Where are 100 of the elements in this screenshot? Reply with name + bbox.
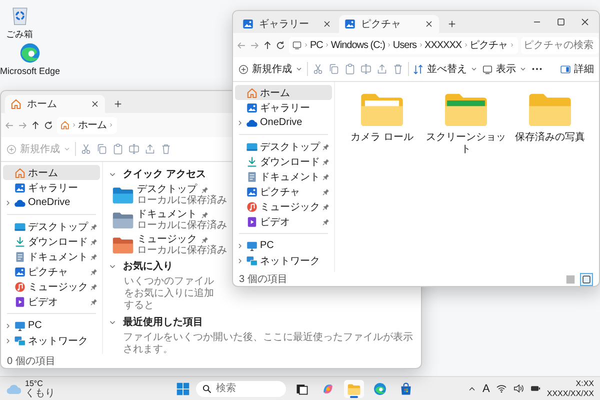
- picture-icon: [344, 18, 356, 30]
- refresh-icon[interactable]: [275, 40, 286, 50]
- sidebar-item[interactable]: ホーム: [235, 85, 332, 100]
- browser-icon[interactable]: [19, 42, 42, 64]
- sidebar-item[interactable]: PC: [3, 318, 100, 333]
- sidebar-item[interactable]: PC: [235, 238, 332, 253]
- browser-icon: [373, 382, 387, 396]
- picture-icon: [14, 266, 26, 278]
- hint-text: いくつかのファイルをお気に入りに追加すると: [124, 276, 214, 312]
- sidebar-item[interactable]: OneDrive: [3, 195, 100, 210]
- chevron-icon: [4, 198, 12, 206]
- sidebar-item[interactable]: ビデオ: [235, 214, 332, 229]
- new-button[interactable]: 新規作成: [238, 62, 303, 76]
- sidebar-item[interactable]: ダウンロード: [235, 154, 332, 169]
- speaker-icon[interactable]: [512, 383, 524, 394]
- pin-icon: [322, 218, 330, 226]
- close-icon[interactable]: [90, 99, 100, 109]
- close-icon[interactable]: [322, 19, 332, 29]
- search-field[interactable]: ピクチャの検索: [520, 36, 599, 54]
- ime-indicator[interactable]: A: [482, 382, 490, 394]
- new-tab-icon[interactable]: [113, 99, 123, 109]
- home-icon: [10, 98, 22, 110]
- breadcrumb[interactable]: XXXXXX: [424, 40, 462, 50]
- close-icon[interactable]: [424, 19, 434, 29]
- sidebar-item[interactable]: ネットワーク: [3, 333, 100, 348]
- up-icon[interactable]: [30, 120, 41, 130]
- tiles-view-icon[interactable]: [580, 272, 593, 286]
- sidebar-item[interactable]: ホーム: [3, 165, 100, 180]
- music-icon: [14, 280, 26, 292]
- sidebar-item[interactable]: ドキュメント: [235, 169, 332, 184]
- monitor-icon: [292, 40, 302, 50]
- hint-text: ファイルをいくつか開いた後、ここに最近使ったファイルが表示されます。: [123, 332, 414, 356]
- breadcrumb[interactable]: Users: [392, 40, 417, 50]
- section-header[interactable]: お気に入り: [108, 259, 173, 273]
- folder-item[interactable]: カメラ ロール: [342, 91, 422, 156]
- sidebar-item[interactable]: デスクトップ: [235, 139, 332, 154]
- rename-icon[interactable]: [360, 63, 372, 75]
- delete-icon[interactable]: [392, 63, 404, 75]
- new-tab-icon[interactable]: [447, 19, 457, 29]
- sidebar-item[interactable]: OneDrive: [235, 115, 332, 130]
- sidebar-item[interactable]: ギャラリー: [3, 180, 100, 195]
- chevron-icon: [386, 42, 392, 48]
- tab[interactable]: ギャラリー: [237, 15, 337, 33]
- sidebar-item[interactable]: デスクトップ: [3, 219, 100, 234]
- sidebar-item[interactable]: ミュージック: [3, 279, 100, 294]
- paste-icon[interactable]: [344, 63, 356, 75]
- cut-icon[interactable]: [312, 63, 324, 75]
- monitor-icon: [14, 320, 26, 332]
- sidebar-item[interactable]: ピクチャ: [235, 184, 332, 199]
- folder-item[interactable]: ドキュメント ローカルに保存済み: [112, 209, 227, 231]
- wifi-icon[interactable]: [496, 383, 507, 394]
- address-bar[interactable]: PC Windows (C:) Users XXXXXX ピクチャ: [289, 36, 518, 54]
- copy-icon[interactable]: [96, 143, 108, 155]
- tab[interactable]: ピクチャ: [339, 15, 439, 33]
- share-icon[interactable]: [144, 143, 156, 155]
- maximize-icon[interactable]: [555, 16, 567, 28]
- delete-icon[interactable]: [160, 143, 172, 155]
- section-header[interactable]: 最近使用した項目: [108, 315, 203, 329]
- breadcrumb[interactable]: Windows (C:): [330, 40, 385, 50]
- folder-item[interactable]: スクリーンショット: [426, 91, 506, 156]
- cut-icon[interactable]: [80, 143, 92, 155]
- folder-item[interactable]: 保存済みの写真: [510, 91, 590, 156]
- folder-icon: [112, 186, 134, 204]
- pin-icon: [201, 186, 209, 194]
- folder-item[interactable]: デスクトップ ローカルに保存済み: [112, 184, 227, 206]
- share-icon[interactable]: [376, 63, 388, 75]
- sidebar-item[interactable]: ダウンロード: [3, 234, 100, 249]
- folder-item[interactable]: ミュージック ローカルに保存済み: [112, 234, 227, 256]
- start-icon[interactable]: [176, 382, 190, 396]
- details-pane-icon: [560, 64, 571, 74]
- sidebar-item[interactable]: ギャラリー: [235, 100, 332, 115]
- paste-icon[interactable]: [112, 143, 124, 155]
- folder-icon: [347, 382, 361, 396]
- caret-icon: [519, 65, 527, 73]
- sidebar-item[interactable]: ピクチャ: [3, 264, 100, 279]
- tab[interactable]: ホーム: [5, 95, 105, 113]
- view-button[interactable]: 表示: [482, 62, 527, 76]
- folder-icon: [112, 211, 134, 229]
- sort-button[interactable]: 並べ替え: [413, 62, 478, 76]
- breadcrumb[interactable]: ホーム: [78, 118, 106, 132]
- breadcrumb[interactable]: ピクチャ: [470, 38, 508, 52]
- up-icon[interactable]: [262, 40, 273, 50]
- refresh-icon[interactable]: [43, 120, 54, 130]
- pin-icon: [90, 298, 98, 306]
- breadcrumb[interactable]: PC: [310, 40, 323, 50]
- details-button[interactable]: 詳細: [560, 62, 594, 76]
- sidebar-item[interactable]: ドキュメント: [3, 249, 100, 264]
- icon-label: Microsoft Edge: [0, 66, 60, 76]
- sidebar-item[interactable]: ビデオ: [3, 294, 100, 309]
- search-field[interactable]: 検索: [196, 380, 286, 396]
- copy-icon[interactable]: [328, 63, 340, 75]
- sidebar-item[interactable]: ミュージック: [235, 199, 332, 214]
- rename-icon[interactable]: [128, 143, 140, 155]
- status-text: 0 個の項目: [7, 355, 56, 368]
- section-header[interactable]: クイック アクセス: [108, 167, 206, 181]
- close-icon[interactable]: [579, 16, 591, 28]
- address-bar[interactable]: ホーム: [57, 116, 116, 134]
- sidebar-item[interactable]: ネットワーク: [235, 253, 332, 268]
- battery-icon[interactable]: [530, 383, 541, 394]
- date-text: XXXX/XX/XX: [546, 388, 594, 398]
